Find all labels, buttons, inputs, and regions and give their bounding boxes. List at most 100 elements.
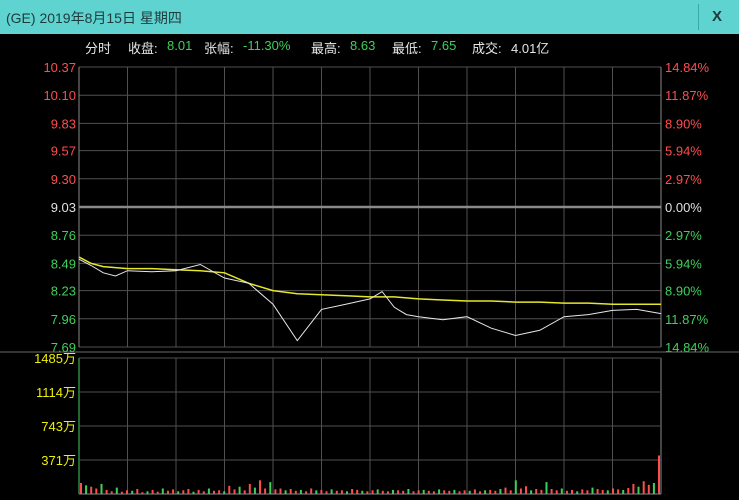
volume-bar xyxy=(494,490,497,494)
percent-tick-label: 2.97% xyxy=(665,172,702,187)
volume-bar xyxy=(376,489,379,494)
volume-tick-label: 1114万 xyxy=(36,385,76,400)
volume-tick-label: 371万 xyxy=(41,453,76,468)
percent-tick-label: 8.90% xyxy=(665,284,702,299)
chart-canvas: 10.37 14.84% 10.10 11.87% 9.83 8.90% 9.57 5.94%… xyxy=(0,60,739,495)
volume-bar xyxy=(617,489,620,494)
volume-bar xyxy=(586,490,589,494)
volume-bar xyxy=(284,490,287,494)
volume-bar xyxy=(156,491,159,494)
volume-bar xyxy=(576,491,579,494)
volume-bar xyxy=(346,491,348,494)
price-tick-label: 9.83 xyxy=(51,116,76,131)
volume-bar xyxy=(463,490,466,494)
volume-bar xyxy=(207,488,210,494)
volume-bar xyxy=(335,490,338,494)
volume-bar xyxy=(509,490,512,494)
volume-bar xyxy=(519,488,522,494)
volume-bar xyxy=(218,490,221,494)
volume-bar xyxy=(627,488,630,494)
volume-bar xyxy=(320,489,323,494)
volume-bar xyxy=(535,489,538,494)
volume-bar xyxy=(458,491,461,494)
volume-bar xyxy=(386,491,389,494)
volume-bar xyxy=(489,489,492,494)
volume-bar xyxy=(233,489,236,494)
volume-bar xyxy=(642,481,645,494)
volume-bar xyxy=(192,491,195,494)
volume-bar xyxy=(443,490,446,494)
price-tick-label: 8.23 xyxy=(51,284,76,299)
volume-bar xyxy=(340,490,343,494)
volume-bar xyxy=(177,491,180,494)
volume-bar xyxy=(371,490,374,494)
volume-bar xyxy=(351,489,354,494)
volume-bar xyxy=(305,491,308,494)
volume-bar xyxy=(167,490,169,494)
volume-bar xyxy=(647,484,650,494)
volume-bar xyxy=(412,491,415,494)
volume-bar xyxy=(545,482,548,494)
price-tick-label: 8.49 xyxy=(51,256,76,271)
volume-bar xyxy=(269,482,272,494)
volume-bar xyxy=(202,491,205,494)
price-tick-label: 10.37 xyxy=(43,60,76,75)
percent-tick-label: 14.84% xyxy=(665,60,710,75)
volume-bar xyxy=(110,491,113,494)
volume-bar xyxy=(432,491,435,494)
volume-bar xyxy=(606,490,609,494)
volume-bar xyxy=(197,489,200,494)
volume-bar xyxy=(105,489,108,494)
volume-bar xyxy=(499,489,502,494)
volume-bar xyxy=(253,487,256,494)
volume-bar xyxy=(85,485,88,494)
volume-bar xyxy=(136,489,139,494)
volume-bar xyxy=(473,489,476,494)
volume-bar xyxy=(596,489,599,494)
volume-bar xyxy=(560,488,563,494)
percent-tick-label: 11.87% xyxy=(665,312,709,327)
volume-bar xyxy=(392,489,394,494)
volume-bar xyxy=(453,489,456,494)
volume-bar xyxy=(330,489,333,494)
intraday-chart-window: (GE) 2019年8月15日 星期四 X 分时 收盘: 8.01 张幅: -1… xyxy=(0,0,739,500)
volume-bar xyxy=(540,489,543,494)
volume-bar xyxy=(612,488,614,494)
volume-bar xyxy=(417,490,420,494)
percent-tick-label: 11.87% xyxy=(665,88,709,103)
volume-bar xyxy=(315,490,318,494)
volume-bar xyxy=(228,485,231,494)
volume-bar xyxy=(622,489,625,494)
price-tick-label: 9.57 xyxy=(51,144,76,159)
volume-bar xyxy=(422,489,425,494)
volume-bar xyxy=(366,491,369,494)
percent-tick-label: 14.84% xyxy=(665,340,710,355)
volume-bar xyxy=(427,490,430,494)
volume-bar xyxy=(504,487,507,494)
percent-tick-label: 0.00% xyxy=(665,200,702,215)
volume-bar xyxy=(525,486,527,494)
volume-bar xyxy=(187,489,190,494)
volume-bar xyxy=(601,489,604,494)
volume-bar xyxy=(259,480,261,494)
volume-bar xyxy=(299,489,302,494)
volume-bar xyxy=(243,490,246,494)
price-tick-label: 9.03 xyxy=(51,200,76,215)
volume-bar xyxy=(632,483,635,494)
volume-bar xyxy=(448,490,451,494)
percent-tick-label: 5.94% xyxy=(665,144,702,159)
volume-bar xyxy=(479,491,481,494)
volume-bar xyxy=(361,490,364,494)
volume-bar xyxy=(550,489,553,494)
volume-bar xyxy=(274,489,277,494)
volume-bar xyxy=(658,455,660,494)
volume-bar xyxy=(95,488,98,494)
volume-bar xyxy=(637,486,640,494)
percent-tick-label: 8.90% xyxy=(665,116,702,131)
price-tick-label: 7.96 xyxy=(51,312,76,327)
volume-bar xyxy=(310,488,313,494)
volume-bar xyxy=(555,490,558,494)
percent-tick-label: 2.97% xyxy=(665,228,702,243)
volume-bar xyxy=(80,483,82,494)
volume-bar xyxy=(438,489,441,494)
